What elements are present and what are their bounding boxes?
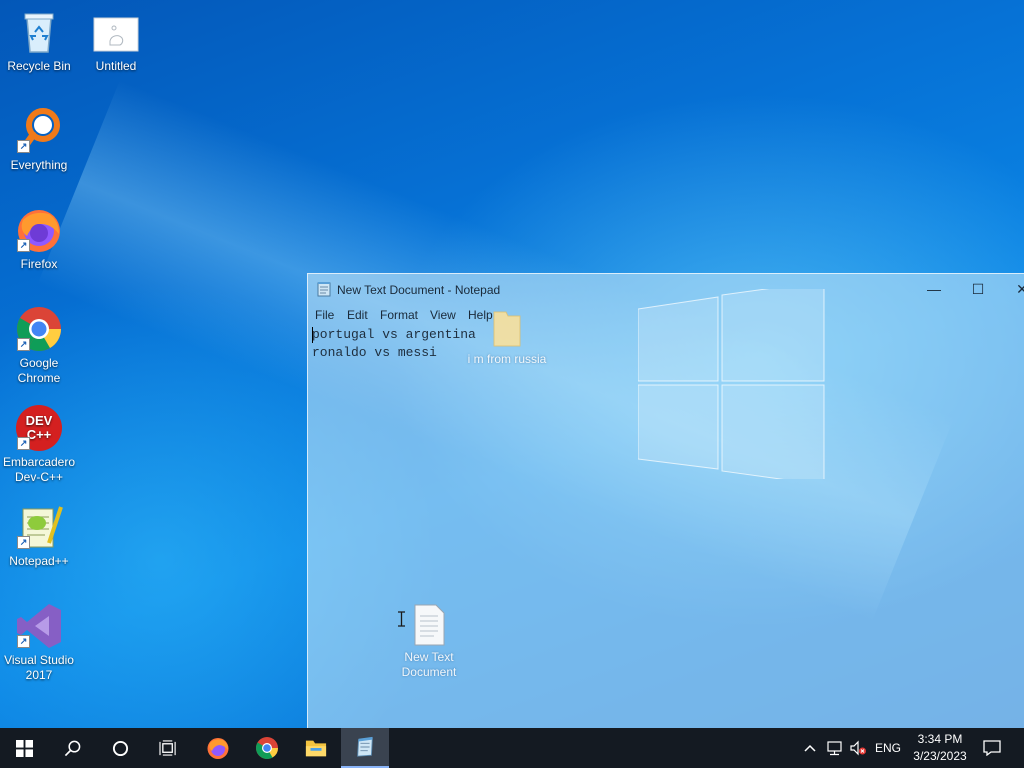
desktop-icon-label: Google Chrome	[17, 356, 61, 385]
desktop-icon-label: Notepad++	[9, 554, 69, 568]
desktop-icon-label: Everything	[10, 158, 68, 172]
taskbar-firefox[interactable]	[194, 728, 242, 768]
desktop-icon-google-chrome[interactable]: ↗ Google Chrome	[0, 305, 78, 386]
shortcut-arrow-icon: ↗	[17, 536, 30, 549]
shortcut-arrow-icon: ↗	[17, 635, 30, 648]
shortcut-arrow-icon: ↗	[17, 239, 30, 252]
svg-text:DEV: DEV	[26, 413, 53, 428]
clock[interactable]: 3:34 PM 3/23/2023	[905, 731, 975, 765]
desktop-icon-label: Recycle Bin	[7, 59, 71, 73]
desktop-icon-untitled[interactable]: Untitled	[77, 8, 155, 74]
search-button[interactable]	[48, 728, 96, 768]
shortcut-arrow-icon: ↗	[17, 140, 30, 153]
notepad-titlebar[interactable]: New Text Document - Notepad — ☐ ✕	[308, 274, 1024, 304]
desktop-icon-firefox[interactable]: ↗ Firefox	[0, 206, 78, 272]
notepadpp-icon: ↗	[15, 503, 63, 551]
desktop-icon-folder[interactable]: i m from russia	[467, 308, 547, 367]
desktop-icon-label: Visual Studio 2017	[4, 653, 74, 682]
mouse-cursor-ibeam-icon	[397, 611, 406, 627]
taskbar: ENG 3:34 PM 3/23/2023	[0, 728, 1024, 768]
desktop-icon-label: New Text Document	[401, 650, 457, 679]
start-button[interactable]	[0, 728, 48, 768]
file-explorer-icon	[305, 740, 327, 757]
menu-bar: File Edit Format View Help	[308, 305, 1024, 325]
chrome-icon: ↗	[15, 305, 63, 353]
everything-search-icon: ↗	[15, 107, 63, 155]
desktop: Recycle Bin Untitled ↗ Everything ↗ Fire…	[0, 0, 1024, 728]
minimize-button[interactable]: —	[912, 274, 956, 304]
maximize-button[interactable]: ☐	[956, 274, 1000, 304]
search-icon	[64, 740, 80, 756]
chrome-icon	[256, 737, 278, 759]
window-title: New Text Document - Notepad	[337, 283, 501, 297]
desktop-icon-visual-studio[interactable]: ↗ Visual Studio 2017	[0, 602, 78, 683]
cortana-icon	[112, 740, 128, 756]
menu-view[interactable]: View	[430, 308, 456, 322]
task-view-icon	[158, 739, 176, 756]
desktop-icon-label: Firefox	[20, 257, 58, 271]
firefox-icon: ↗	[15, 206, 63, 254]
notification-icon	[983, 740, 1001, 756]
taskbar-notepad[interactable]	[341, 728, 389, 768]
desktop-icon-label: Embarcadero Dev-C++	[2, 455, 76, 484]
desktop-icon-label: i m from russia	[467, 352, 547, 366]
volume-muted-icon[interactable]	[847, 728, 869, 768]
text-editor-area[interactable]: portugal vs argentina ronaldo vs messi	[312, 326, 476, 362]
folder-icon	[492, 308, 522, 348]
network-icon[interactable]	[824, 728, 846, 768]
desktop-icon-notepadpp[interactable]: ↗ Notepad++	[0, 503, 78, 569]
clock-date: 3/23/2023	[913, 749, 967, 763]
text-caret	[312, 327, 313, 343]
close-button[interactable]: ✕	[1000, 274, 1024, 304]
start-icon	[15, 739, 33, 757]
taskbar-chrome[interactable]	[243, 728, 291, 768]
notepad-icon	[316, 281, 332, 297]
task-view-button[interactable]	[144, 728, 192, 768]
notepad-icon	[357, 736, 373, 757]
menu-file[interactable]: File	[315, 308, 334, 322]
image-file-icon	[92, 8, 140, 56]
menu-edit[interactable]: Edit	[347, 308, 368, 322]
devcpp-icon: DEV C++ ↗	[15, 404, 63, 452]
firefox-icon	[207, 738, 229, 759]
svg-text:C++: C++	[27, 427, 52, 442]
clock-time: 3:34 PM	[917, 732, 963, 746]
shortcut-arrow-icon: ↗	[17, 437, 30, 450]
recycle-bin-icon	[15, 8, 63, 56]
desktop-icon-everything[interactable]: ↗ Everything	[0, 107, 78, 173]
visual-studio-icon: ↗	[15, 602, 63, 650]
text-document-icon	[412, 604, 446, 646]
desktop-icon-recycle-bin[interactable]: Recycle Bin	[0, 8, 78, 74]
notification-center-button[interactable]	[977, 728, 1007, 768]
cortana-button[interactable]	[96, 728, 144, 768]
shortcut-arrow-icon: ↗	[17, 338, 30, 351]
desktop-icon-devcpp[interactable]: DEV C++ ↗ Embarcadero Dev-C++	[0, 404, 78, 485]
desktop-icon-label: Untitled	[95, 59, 137, 73]
menu-format[interactable]: Format	[380, 308, 418, 322]
tray-overflow-chevron-icon[interactable]	[801, 728, 819, 768]
taskbar-file-explorer[interactable]	[292, 728, 340, 768]
language-indicator[interactable]: ENG	[871, 728, 905, 768]
